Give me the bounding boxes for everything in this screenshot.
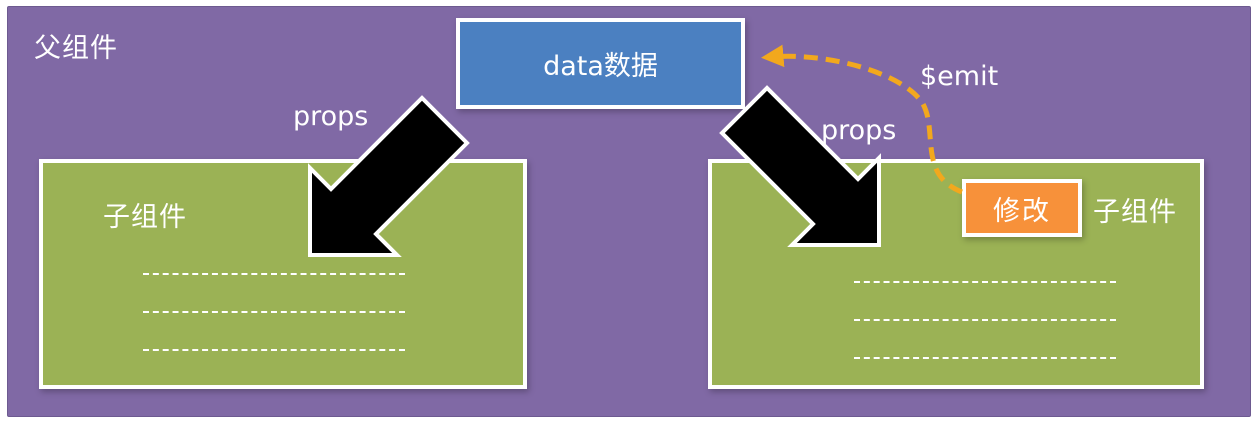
- data-node-label: data数据: [543, 51, 658, 82]
- modify-button-label: 修改: [993, 195, 1051, 227]
- placeholder-line: [854, 357, 1116, 359]
- placeholder-line: [854, 281, 1116, 283]
- data-node: data数据: [456, 18, 745, 109]
- placeholder-line: [143, 349, 405, 351]
- placeholder-line: [143, 273, 405, 275]
- placeholder-line: [854, 319, 1116, 321]
- modify-button[interactable]: 修改: [962, 179, 1082, 237]
- left-child-label: 子组件: [103, 202, 187, 233]
- props-left-label: props: [293, 101, 369, 132]
- right-child-label: 子组件: [1093, 197, 1177, 228]
- vue-component-diagram: 父组件 data数据 子组件 子组件 修改 props props $emit: [0, 0, 1259, 425]
- parent-component-label: 父组件: [34, 33, 118, 64]
- left-child-component: 子组件: [39, 159, 527, 389]
- props-right-label: props: [821, 115, 897, 146]
- placeholder-line: [143, 311, 405, 313]
- emit-label: $emit: [920, 61, 999, 92]
